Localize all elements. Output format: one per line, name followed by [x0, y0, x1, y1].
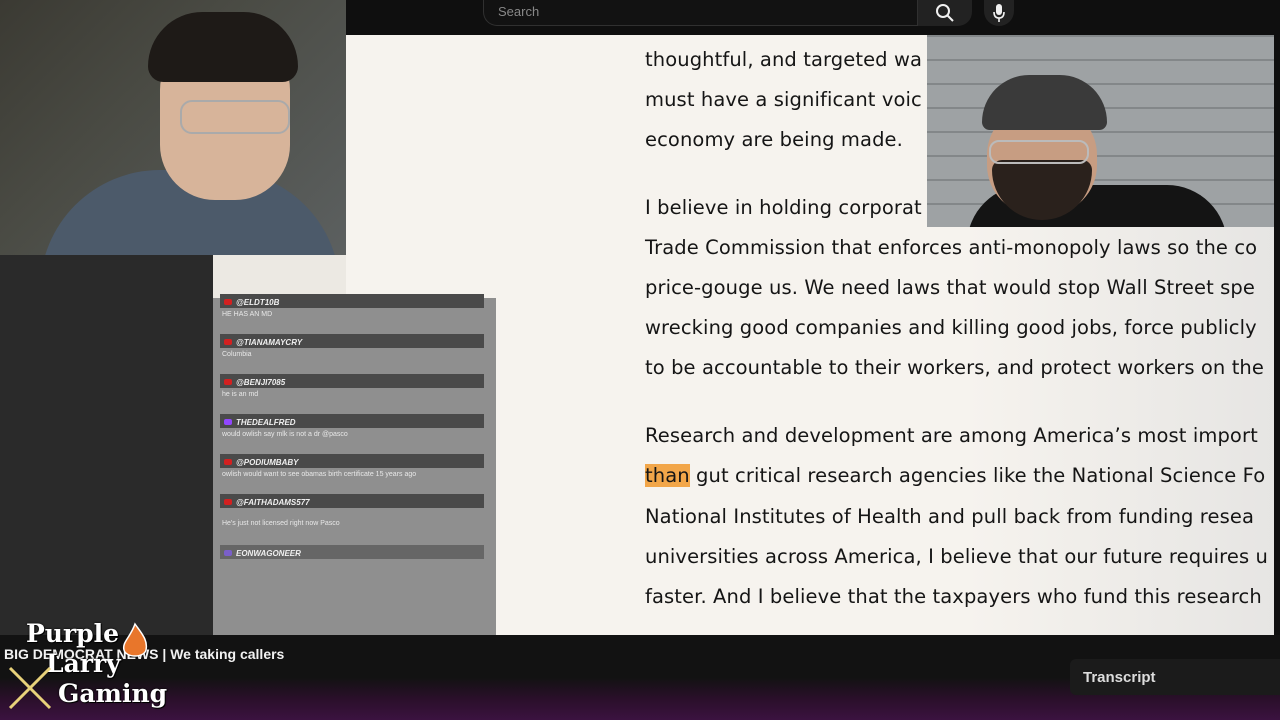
host-hair: [148, 12, 298, 82]
doc-line: to be accountable to their workers, and …: [645, 356, 1264, 379]
chat-username: @PODIUMBABY: [236, 457, 299, 467]
webcam-guest: [927, 35, 1274, 227]
chat-overlay: @ELDT10B HE HAS AN MD @TIANAMAYCRY Colum…: [213, 294, 496, 635]
guest-cap: [982, 75, 1107, 130]
chat-username: @BENJI7085: [236, 377, 286, 387]
chat-text: He's just not licensed right now Pasco: [222, 520, 340, 527]
youtube-icon: [224, 459, 232, 465]
crossed-swords-icon: [8, 666, 52, 710]
youtube-icon: [224, 379, 232, 385]
transcript-button[interactable]: Transcript: [1070, 659, 1280, 695]
host-glasses: [180, 100, 290, 134]
youtube-icon: [224, 299, 232, 305]
logo-line: Purple: [26, 619, 120, 648]
chat-message: @FAITHADAMS577 He's just not licensed ri…: [220, 494, 484, 527]
search-input[interactable]: Search: [483, 0, 918, 26]
chat-message: @BENJI7085 he is an md: [220, 374, 484, 398]
doc-line-highlighted: than gut critical research agencies like…: [645, 464, 1265, 487]
chat-username: @ELDT10B: [236, 297, 280, 307]
doc-line: National Institutes of Health and pull b…: [645, 505, 1254, 528]
chat-username: EONWAGONEER: [236, 548, 301, 558]
top-bar: Search: [346, 0, 1280, 35]
voice-search-button[interactable]: [984, 0, 1014, 26]
chat-username: @TIANAMAYCRY: [236, 337, 303, 347]
microphone-icon: [993, 4, 1005, 22]
stream-layout: Search thoughtful, and targeted wa must …: [0, 0, 1280, 720]
doc-line: price-gouge us. We need laws that would …: [645, 276, 1256, 299]
doc-line: economy are being made.: [645, 128, 903, 151]
side-panel: [0, 255, 213, 635]
youtube-icon: [224, 339, 232, 345]
doc-line: must have a significant voic: [645, 88, 922, 111]
chat-message: @ELDT10B HE HAS AN MD: [220, 294, 484, 318]
search-button[interactable]: [918, 0, 972, 26]
doc-line: thoughtful, and targeted wa: [645, 48, 923, 71]
doc-line: wrecking good companies and killing good…: [645, 316, 1257, 339]
chat-text: would owlish say mlk is not a dr @pasco: [222, 431, 348, 438]
chat-text: HE HAS AN MD: [222, 311, 273, 318]
chat-text: Columbia: [222, 351, 252, 358]
twitch-icon: [224, 419, 232, 425]
chat-username: THEDEALFRED: [236, 417, 296, 427]
logo-line: Gaming: [58, 679, 168, 708]
doc-line: universities across America, I believe t…: [645, 545, 1268, 568]
chat-message: THEDEALFRED would owlish say mlk is not …: [220, 414, 484, 438]
highlighted-word: than: [645, 464, 690, 487]
chat-text: owlish would want to see obamas birth ce…: [222, 471, 417, 478]
twitch-icon: [224, 550, 232, 556]
chat-username: @FAITHADAMS577: [236, 497, 310, 507]
webcam-host: [0, 0, 346, 255]
channel-logo: Purple Larry Gaming: [6, 619, 168, 712]
chat-message: EONWAGONEER: [220, 545, 484, 559]
doc-line: Research and development are among Ameri…: [645, 424, 1258, 447]
doc-line: Trade Commission that enforces anti-mono…: [645, 236, 1258, 259]
guest-glasses: [989, 140, 1089, 164]
doc-line: I believe in holding corporat: [645, 196, 922, 219]
flame-icon: [122, 622, 148, 657]
doc-line: faster. And I believe that the taxpayers…: [645, 585, 1262, 608]
youtube-icon: [224, 499, 232, 505]
search-placeholder: Search: [498, 4, 540, 19]
doc-line-rest: gut critical research agencies like the …: [696, 464, 1266, 487]
chat-message: @PODIUMBABY owlish would want to see oba…: [220, 454, 484, 478]
chat-message: @TIANAMAYCRY Columbia: [220, 334, 484, 358]
logo-line: Larry: [46, 649, 121, 678]
chat-text: he is an md: [222, 391, 259, 398]
search-icon: [936, 4, 954, 22]
